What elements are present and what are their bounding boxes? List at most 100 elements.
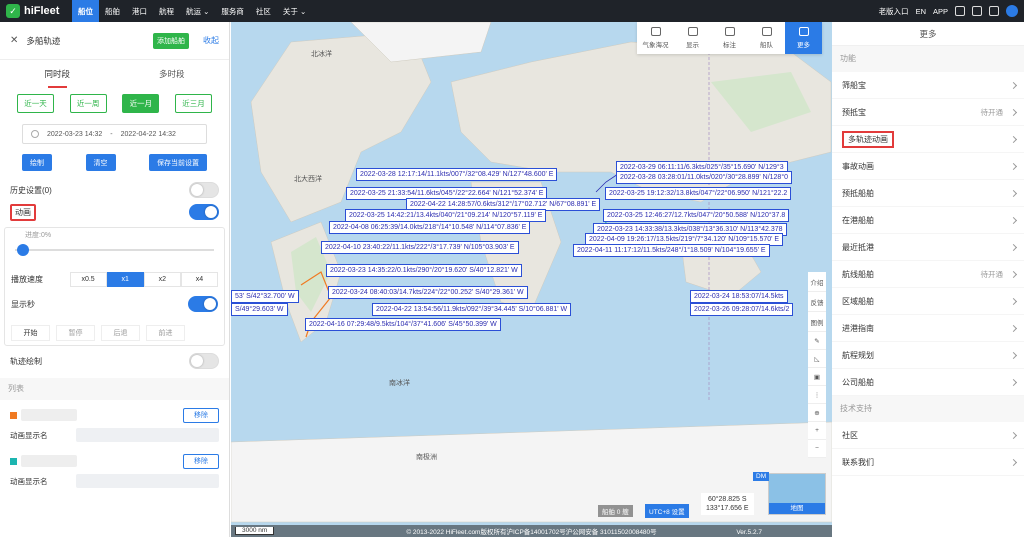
section-support: 技术支持 [832,396,1024,422]
legend-button[interactable]: 图例 [808,312,826,332]
draw-button[interactable]: 绘制 [22,154,52,171]
date-range-picker[interactable]: 2022-03-23 14:32 - 2022-04-22 14:32 [22,124,207,144]
logo-text: hiFleet [24,5,60,17]
pause-button[interactable]: 暂停 [56,325,95,341]
map-side-tools: 介绍 反馈 图例 ✎ ◺ ▣ ⋮ ⊕ + − [808,272,826,458]
remove-ship-button[interactable]: 移除 [183,407,219,423]
track-label: 2022-04-16 07:29:48/9.5kts/104°/37°41.60… [305,318,501,331]
chevron-right-icon [1009,135,1018,143]
close-icon[interactable]: ✕ [10,35,18,46]
zoom-out-icon[interactable]: − [808,440,826,458]
chevron-right-icon [1009,324,1018,332]
fleet-button[interactable]: 船队 [748,22,785,54]
show-seconds-toggle[interactable] [188,296,218,312]
range-last-day-button[interactable]: 近一天 [17,94,54,113]
angle-icon[interactable]: ◺ [808,350,826,368]
nav-ship-position[interactable]: 船位 [72,0,99,22]
range-last-month-button[interactable]: 近一月 [122,94,160,113]
menu-item-label: 航程规划 [842,350,874,360]
animation-toggle[interactable] [189,204,219,220]
area-icon[interactable]: ▣ [808,368,826,386]
display-name-input[interactable] [76,428,219,442]
menu-item-community[interactable]: 社区 [832,422,1024,449]
chevron-right-icon [1009,270,1018,278]
chevron-right-icon [1009,243,1018,251]
menu-item-ship-filter[interactable]: 筛船宝 [832,72,1024,99]
annotate-button[interactable]: 标注 [711,22,748,54]
version-text: Ver.5.2.7 [736,529,762,536]
menu-item-multi-track-animation[interactable]: 多轨迹动画 [832,126,1024,153]
menu-item-route-ships[interactable]: 航线船舶 待开通 [832,261,1024,288]
tab-same-period[interactable]: 同时段 [0,64,115,88]
more-button[interactable]: 更多 [785,22,822,54]
weather-sea-button[interactable]: 气象海况 [637,22,674,54]
help-icon[interactable] [989,6,999,16]
speed-2x-button[interactable]: x2 [143,272,181,287]
basemap-tag: DM [753,472,770,481]
menu-item-area-ships[interactable]: 区域船舶 [832,288,1024,315]
display-name-input[interactable] [76,474,219,488]
grid-icon[interactable]: ⋮ [808,386,826,404]
cursor-latitude: 60°28.825 S [707,496,747,503]
chevron-right-icon [1009,458,1018,466]
add-ship-button[interactable]: 添加船舶 [153,32,189,49]
utc-setting-button[interactable]: UTC+8 设置 [645,504,689,518]
menu-item-company-ships[interactable]: 公司船舶 [832,369,1024,396]
track-label: 2022-03-26 09:28:07/14.6kts/2 [690,303,794,316]
range-last-week-button[interactable]: 近一周 [69,94,107,113]
clear-button[interactable]: 清空 [85,154,116,171]
language-en-link[interactable]: EN [916,7,926,16]
map-label-southern-ocean: 南冰洋 [389,380,410,387]
progress-knob[interactable] [17,244,29,256]
animation-row: 动画 [0,201,229,223]
nav-shipping-label: 航运 [186,6,201,16]
hifleet-logo[interactable]: ✓ hiFleet [0,0,72,22]
menu-item-eta[interactable]: 预抵宝 待开通 [832,99,1024,126]
chevron-down-icon: ⌄ [201,6,210,16]
collapse-link[interactable]: 收起 [203,35,219,46]
save-settings-button[interactable]: 保存当前设置 [149,154,207,171]
nav-ports[interactable]: 港口 [126,0,153,22]
track-label: 2022-03-25 12:46:27/12.7kts/047°/20°50.5… [603,209,790,222]
remove-ship-button[interactable]: 移除 [183,453,219,469]
menu-item-expected-arrivals[interactable]: 预抵船舶 [832,180,1024,207]
progress-slider[interactable] [15,244,214,256]
nav-shipping[interactable]: 航运 ⌄ [180,0,215,22]
menu-item-recent-arrivals[interactable]: 最近抵港 [832,234,1024,261]
locate-icon[interactable]: ⊕ [808,404,826,422]
nav-service-providers[interactable]: 服务商 [215,0,250,22]
ruler-icon[interactable]: ✎ [808,332,826,350]
old-version-link[interactable]: 老版入口 [879,6,909,17]
menu-item-in-port-ships[interactable]: 在港船舶 [832,207,1024,234]
share-icon[interactable] [972,6,982,16]
menu-item-port-guide[interactable]: 进港指南 [832,315,1024,342]
nav-community[interactable]: 社区 [250,0,277,22]
start-date: 2022-03-23 14:32 [47,130,103,138]
map-canvas[interactable]: 北大西洋 南冰洋 南极洲 北冰洋 2022-03-29 06:11:11/6.3… [231,22,832,537]
app-link[interactable]: APP [933,7,948,16]
nav-voyage[interactable]: 航程 [153,0,180,22]
user-avatar[interactable] [1006,5,1018,17]
track-draw-toggle[interactable] [189,353,219,369]
message-icon[interactable] [955,6,965,16]
forward-button[interactable]: 前进 [146,325,185,341]
backward-button[interactable]: 后退 [101,325,140,341]
menu-item-incident-animation[interactable]: 事故动画 [832,153,1024,180]
menu-item-note: 待开通 [980,269,1004,279]
intro-button[interactable]: 介绍 [808,272,826,292]
nav-ships[interactable]: 船舶 [99,0,126,22]
menu-item-contact-us[interactable]: 联系我们 [832,449,1024,476]
basemap-switcher[interactable]: DM 地图 [753,472,826,515]
zoom-in-icon[interactable]: + [808,422,826,440]
menu-item-voyage-planning[interactable]: 航程规划 [832,342,1024,369]
feedback-button[interactable]: 反馈 [808,292,826,312]
history-settings-toggle[interactable] [189,182,219,198]
speed-0.5x-button[interactable]: x0.5 [69,272,107,287]
range-last-three-months-button[interactable]: 近三月 [174,94,212,113]
play-button[interactable]: 开始 [11,325,50,341]
speed-4x-button[interactable]: x4 [180,272,219,287]
speed-1x-button[interactable]: x1 [106,272,144,287]
nav-about[interactable]: 关于 ⌄ [277,0,312,22]
display-button[interactable]: 显示 [674,22,711,54]
tab-multi-period[interactable]: 多时段 [115,64,230,88]
